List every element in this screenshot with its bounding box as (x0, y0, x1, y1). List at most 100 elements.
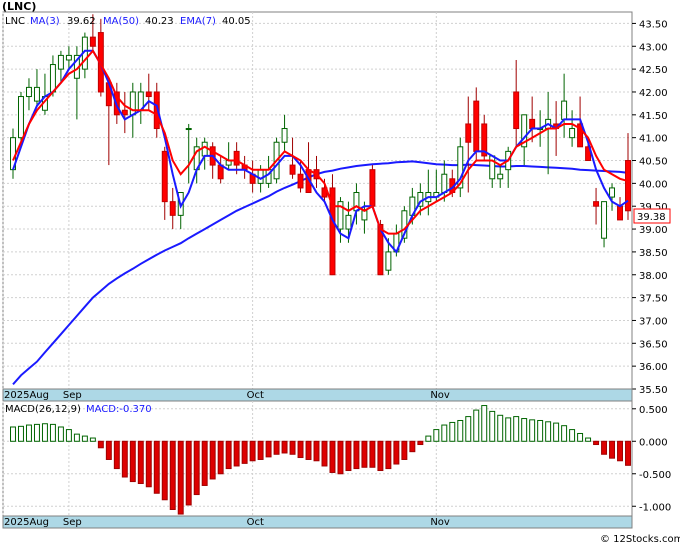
macd-bar (337, 440, 344, 475)
macd-bar (225, 440, 232, 470)
macd-bar (193, 440, 200, 496)
macd-bar (529, 419, 536, 442)
macd-bar (409, 440, 416, 453)
macd-bar (321, 440, 328, 467)
last-price-label: 39.38 (637, 212, 666, 223)
legend-ma3-label: MA(3) (30, 16, 60, 27)
legend-ma3-value: 39.62 (67, 16, 96, 27)
macd-bar (289, 440, 296, 455)
macd-bar (441, 424, 448, 442)
macd-bar (81, 435, 88, 442)
macd-bar (545, 421, 552, 442)
macd-bar (25, 424, 32, 442)
macd-bar (249, 440, 256, 462)
macd-bar (185, 440, 192, 506)
candle-body (185, 128, 192, 131)
candle-body (169, 201, 176, 216)
candle-body (297, 173, 304, 189)
macd-bar (457, 419, 464, 442)
candle-body (161, 150, 168, 203)
macd-tick-label: -1.000 (639, 502, 671, 513)
price-tick-label: 43.50 (639, 19, 668, 30)
candle-body (33, 86, 40, 102)
macd-bar (145, 440, 152, 488)
x-axis-label: Oct (247, 517, 264, 528)
candle-body (569, 128, 576, 139)
macd-bar (313, 440, 320, 462)
price-tick-label: 35.50 (639, 385, 668, 396)
macd-bar (113, 440, 120, 470)
candle-body (57, 54, 64, 70)
candle-body (529, 118, 536, 130)
macd-bar (97, 440, 104, 449)
macd-bar (433, 429, 440, 442)
candle-body (361, 210, 368, 221)
chart-title: (LNC) (2, 0, 36, 13)
macd-bar (481, 405, 488, 442)
price-tick-label: 36.50 (639, 339, 668, 350)
macd-bar (297, 440, 304, 459)
candle-body (489, 155, 496, 180)
macd-bar (377, 440, 384, 472)
macd-bar (121, 440, 128, 478)
x-axis-label: 2025Aug (4, 517, 49, 528)
macd-y-axis: 0.500 0.000 -0.500 -1.000 (632, 405, 671, 513)
macd-bar (105, 440, 112, 460)
candle-body (561, 100, 568, 120)
macd-bar (281, 440, 288, 454)
macd-bar (153, 440, 160, 494)
price-tick-label: 41.50 (639, 111, 668, 122)
macd-bar (233, 440, 240, 467)
macd-bar (593, 440, 600, 446)
price-tick-label: 42.50 (639, 65, 668, 76)
macd-bar (425, 435, 432, 442)
candle-body (121, 109, 128, 116)
macd-bar (18, 425, 24, 442)
x-axis-label: Oct (247, 390, 264, 401)
macd-bar (33, 423, 40, 442)
macd-bar (305, 440, 312, 460)
macd-bar (273, 440, 280, 455)
macd-bar (209, 440, 216, 480)
macd-bar (257, 440, 264, 460)
legend-ema7-value: 40.05 (222, 16, 251, 27)
candle-body (625, 160, 631, 212)
price-tick-label: 37.50 (639, 294, 668, 305)
candle-body (65, 54, 72, 61)
candle-body (345, 214, 352, 230)
x-axis-label: Nov (430, 390, 450, 401)
macd-bar (449, 421, 456, 442)
x-axis-label: 2025Aug (4, 390, 49, 401)
macd-bar (217, 440, 224, 475)
macd-bar (513, 416, 520, 442)
macd-bar (369, 440, 376, 468)
legend-ma50-value: 40.23 (145, 16, 174, 27)
price-tick-label: 39.00 (639, 225, 668, 236)
macd-bar (473, 409, 480, 442)
price-panel (2, 11, 633, 390)
legend-ma50-label: MA(50) (103, 16, 139, 27)
x-axis-label: Sep (63, 390, 82, 401)
macd-bar (505, 417, 512, 442)
macd-bar (177, 440, 184, 515)
macd-bar (57, 426, 64, 442)
macd-bar (497, 414, 504, 442)
candle-body (473, 100, 480, 152)
macd-bar (353, 440, 360, 470)
macd-bar (129, 440, 136, 483)
legend-ticker: LNC (5, 16, 25, 27)
candle-body (18, 96, 24, 139)
watermark: © 12Stocks.com (600, 534, 680, 545)
macd-bar (241, 440, 248, 464)
candle-body (617, 205, 623, 221)
candle-body (129, 91, 136, 116)
candle-body (513, 91, 520, 130)
candle-body (465, 123, 472, 143)
candle-body (257, 169, 264, 184)
macd-bar (553, 422, 560, 442)
macd-value-label: MACD:-0.370 (86, 404, 152, 415)
macd-bar (361, 440, 368, 468)
macd-bar (329, 440, 336, 473)
x-axis-band-top (2, 388, 633, 402)
macd-tick-label: 0.000 (639, 437, 668, 448)
